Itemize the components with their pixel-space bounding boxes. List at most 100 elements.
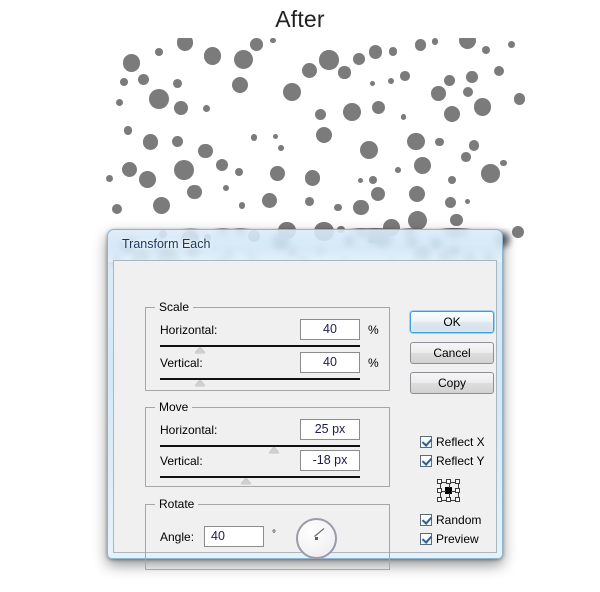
copy-button[interactable]: Copy [410,372,494,394]
artwork-dot [459,38,477,50]
reference-point-link [442,499,446,501]
artwork-dot [122,54,140,72]
move-vertical-slider[interactable] [160,476,360,485]
checkbox-box[interactable] [420,514,432,526]
reference-point-link [442,481,446,483]
move-horizontal-label: Horizontal: [160,423,218,437]
artwork-dot [261,192,277,208]
artwork-dot [176,38,194,51]
rotate-angle-input[interactable]: 40 [204,526,264,547]
artwork-dot [408,185,425,202]
reflect-x-checkbox[interactable]: Reflect X [420,435,485,449]
scale-group-title: Scale [155,300,194,314]
reference-point-link [457,484,459,488]
move-vertical-input[interactable]: -18 px [300,450,360,471]
scale-group: Scale Horizontal: 40 % Vertical: 40 % [145,300,390,391]
random-checkbox[interactable]: Random [420,513,481,527]
slider-thumb[interactable] [195,380,205,386]
move-group: Move Horizontal: 25 px Vertical: -18 px [145,400,390,487]
artwork-dot [174,100,189,115]
artwork-dot [342,102,362,122]
artwork-dot [431,38,438,45]
artwork-dot [142,134,159,150]
artwork-dot [111,203,122,214]
ok-button[interactable]: OK [410,311,494,333]
artwork-dot [149,88,170,109]
artwork-dot [123,126,132,135]
reference-point-link [442,490,446,492]
slider-thumb[interactable] [269,447,279,453]
reference-point-link [457,493,459,497]
scale-vertical-slider[interactable] [160,378,360,387]
reference-point-link [451,499,455,501]
artwork-dot [304,197,314,206]
artwork-dot [369,81,375,87]
artwork-dot [250,133,258,141]
artwork-dot [407,210,427,230]
artwork-dot [413,156,431,174]
checkbox-box[interactable] [420,533,432,545]
artwork-dot [371,100,385,115]
reference-point-link [451,490,455,492]
checkbox-box[interactable] [420,455,432,467]
page-title: After [275,6,325,32]
slider-thumb[interactable] [195,347,205,353]
reference-point-selector-icon[interactable] [437,479,460,502]
artwork-dot [139,171,157,188]
artwork-dot [507,40,515,48]
artwork-dot [173,78,182,88]
artwork-dot [238,202,245,209]
artwork-dot [233,50,253,70]
artwork-dot [269,165,285,181]
artwork-dot [172,135,184,147]
artwork-dot [499,159,507,167]
artwork-dot [269,38,276,44]
artwork-dot [301,63,317,79]
angle-dial[interactable] [296,518,337,559]
cancel-button[interactable]: Cancel [410,342,494,364]
artwork-dot [152,196,171,215]
artwork-dot [468,140,479,151]
checkbox-box[interactable] [420,436,432,448]
scale-vertical-label: Vertical: [160,356,203,370]
artwork-dot [448,176,457,185]
artwork-dot [400,113,407,120]
artwork-dot [400,71,411,81]
artwork-dot [216,158,229,172]
dialog-title: Transform Each [122,237,211,251]
artwork-dot [443,106,460,123]
artwork-dot [137,73,150,86]
artwork-dot [121,161,137,177]
artwork-dot [119,77,128,86]
artwork-dot [187,184,202,200]
artwork-dot [282,82,301,101]
artwork-dot [493,66,504,77]
artwork-dot [371,187,386,202]
artwork-dot [466,71,478,84]
artwork-dot [202,104,210,112]
transform-each-dialog: Transform Each Scale Horizontal: 40 % Ve… [107,229,503,570]
slider-track [160,378,360,380]
move-horizontal-input[interactable]: 25 px [300,419,360,440]
artwork-dot [155,48,164,56]
dot-pattern-artwork [105,38,525,243]
checkbox-label: Preview [436,532,479,546]
rotate-angle-label: Angle: [160,530,195,544]
artwork-dot [223,185,229,191]
slider-thumb[interactable] [241,478,251,484]
artwork-dot [272,134,278,140]
preview-checkbox[interactable]: Preview [420,532,479,546]
reflect-y-checkbox[interactable]: Reflect Y [420,454,484,468]
scale-horizontal-input[interactable]: 40 [300,319,360,340]
artwork-dot [352,53,365,65]
artwork-dot [368,45,383,59]
scale-vertical-input[interactable]: 40 [300,352,360,373]
artwork-dot [414,39,427,51]
artwork-dot [315,108,327,120]
artwork-dot [203,47,222,65]
reference-point-cell[interactable] [455,497,460,502]
artwork-dot [304,169,321,186]
artwork-dot [473,98,492,116]
artwork-dot [513,93,525,105]
artwork-dot [105,174,113,182]
